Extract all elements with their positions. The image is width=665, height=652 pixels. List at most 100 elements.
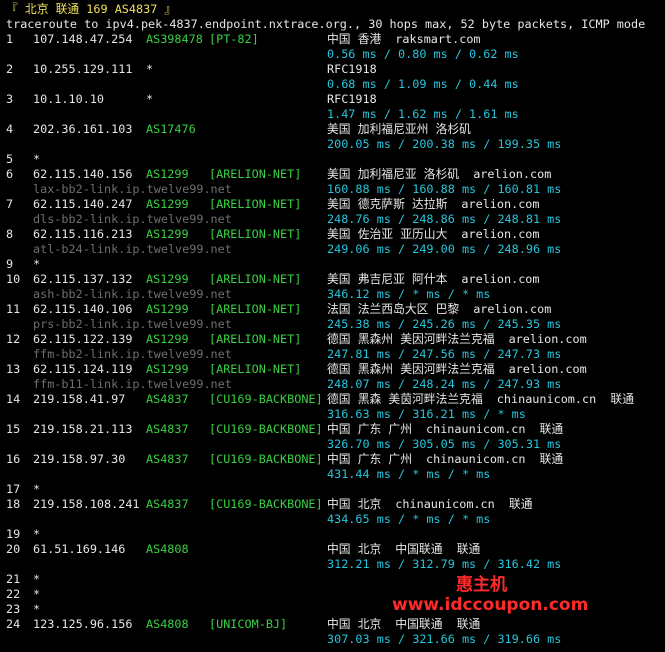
hop-location: 美国 加利福尼亚 洛杉矶 arelion.com — [327, 167, 551, 182]
hop-ip: 62.115.140.156 — [33, 167, 133, 181]
watermark-url: www.idccoupon.com — [392, 595, 589, 615]
hop-number: 7 — [6, 197, 14, 211]
hop-row: 7 62.115.140.247 AS1299 [ARELION-NET] 美国 德克萨… — [6, 197, 656, 212]
hop-row: 8 62.115.116.213 AS1299 [ARELION-NET] 美国 佐治亚… — [6, 227, 656, 242]
hop-location: 法国 法兰西岛大区 巴黎 arelion.com — [327, 302, 551, 317]
hop-location: 中国 广东 广州 chinaunicom.cn 联通 — [327, 422, 563, 437]
hop-org: arelion.com — [508, 332, 587, 346]
hop-detail-row: ffm-bb2-link.ip.twelve99.net 247.81 ms / … — [6, 347, 656, 362]
hop-asn: AS4837 — [146, 422, 189, 436]
hop-rtt: 431.44 ms / * ms / * ms — [327, 467, 491, 481]
hop-geo: 中国 广东 广州 — [327, 452, 412, 466]
hop-asn: AS17476 — [146, 122, 196, 136]
hop-detail-row: 434.65 ms / * ms / * ms — [6, 512, 656, 527]
hop-geo: RFC1918 — [327, 62, 377, 76]
hop-detail-row: 307.03 ms / 321.66 ms / 319.66 ms — [6, 632, 656, 647]
hop-network-tag: [ARELION-NET] — [209, 362, 302, 376]
hop-geo: 美国 佐治亚 亚历山大 — [327, 227, 448, 241]
hop-number: 4 — [6, 122, 14, 136]
hop-detail-row: ash-bb2-link.ip.twelve99.net 346.12 ms / … — [6, 287, 656, 302]
hop-asn: AS1299 — [146, 272, 189, 286]
hop-ip: 202.36.161.103 — [33, 122, 133, 136]
hop-network-tag: [ARELION-NET] — [209, 167, 302, 181]
hop-detail-row: 0.56 ms / 0.80 ms / 0.62 ms — [6, 47, 656, 62]
hop-row: 19 * — [6, 527, 656, 542]
hop-number: 8 — [6, 227, 14, 241]
hop-location: 德国 黑森 美茵河畔法兰克福 chinaunicom.cn 联通 — [327, 392, 634, 407]
hop-hostname: ffm-b11-link.ip.twelve99.net — [33, 377, 232, 391]
hop-rtt: 346.12 ms / * ms / * ms — [327, 287, 491, 301]
hop-number: 9 — [6, 257, 14, 271]
hop-row: 4 202.36.161.103 AS17476 美国 加利福尼亚州 洛杉矶 — [6, 122, 656, 137]
hop-geo: 法国 法兰西岛大区 巴黎 — [327, 302, 460, 316]
hop-rtt: 316.63 ms / 316.21 ms / * ms — [327, 407, 526, 421]
hop-ip: 10.1.10.10 — [33, 92, 105, 106]
hop-geo: 中国 香港 — [327, 32, 382, 46]
hop-row: 24 123.125.96.156 AS4808 [UNICOM-BJ] 中国 北京 中国… — [6, 617, 656, 632]
hop-network-tag: [CU169-BACKBONE] — [209, 452, 323, 466]
hop-ip: 62.115.140.106 — [33, 302, 133, 316]
hop-number: 1 — [6, 32, 14, 46]
hop-row: 6 62.115.140.156 AS1299 [ARELION-NET] 美国 加利福… — [6, 167, 656, 182]
hop-geo: 中国 北京 — [327, 617, 382, 631]
hop-geo: 中国 北京 — [327, 542, 382, 556]
hop-asn: AS398478 — [146, 32, 203, 46]
hop-org: 中国联通 联通 — [395, 542, 481, 556]
hop-number: 16 — [6, 452, 21, 466]
hop-rtt: 312.21 ms / 312.79 ms / 316.42 ms — [327, 557, 562, 571]
hop-ip: 61.51.169.146 — [33, 542, 126, 556]
hop-ip: 219.158.97.30 — [33, 452, 126, 466]
hop-ip: 62.115.116.213 — [33, 227, 133, 241]
hop-asn: AS1299 — [146, 362, 189, 376]
hop-rtt: 434.65 ms / * ms / * ms — [327, 512, 491, 526]
hop-number: 19 — [6, 527, 21, 541]
hop-row: 15 219.158.21.113 AS4837 [CU169-BACKBONE] 中国… — [6, 422, 656, 437]
hop-row: 20 61.51.169.146 AS4808 中国 北京 中国联通 联通 — [6, 542, 656, 557]
hop-network-tag: [ARELION-NET] — [209, 302, 302, 316]
hop-asn: AS4837 — [146, 452, 189, 466]
hop-row: 5 * — [6, 152, 656, 167]
hop-location: 中国 香港 raksmart.com — [327, 32, 481, 47]
hop-network-tag: [ARELION-NET] — [209, 227, 302, 241]
hop-row: 10 62.115.137.132 AS1299 [ARELION-NET] 美国 弗吉… — [6, 272, 656, 287]
hop-location: 中国 北京 中国联通 联通 — [327, 542, 480, 557]
hop-org: chinaunicom.cn 联通 — [426, 422, 564, 436]
hop-network-tag: [CU169-BACKBONE] — [209, 497, 323, 511]
hop-rtt: 326.70 ms / 305.05 ms / 305.31 ms — [327, 437, 562, 451]
hop-org: chinaunicom.cn 联通 — [426, 452, 564, 466]
hop-number: 6 — [6, 167, 14, 181]
watermark-title: 惠主机 — [456, 575, 507, 595]
hop-rtt: 160.88 ms / 160.88 ms / 160.81 ms — [327, 182, 562, 196]
hop-row: 2 10.255.129.111 * RFC1918 — [6, 62, 656, 77]
hop-number: 14 — [6, 392, 21, 406]
hop-rtt: 249.06 ms / 249.00 ms / 248.96 ms — [327, 242, 562, 256]
hop-network-tag: [PT-82] — [209, 32, 259, 46]
hop-asn: * — [146, 62, 154, 76]
hop-row: 11 62.115.140.106 AS1299 [ARELION-NET] 法国 法兰… — [6, 302, 656, 317]
hop-ip: 62.115.124.119 — [33, 362, 133, 376]
hop-detail-row: atl-b24-link.ip.twelve99.net 249.06 ms / … — [6, 242, 656, 257]
hop-number: 17 — [6, 482, 21, 496]
hop-number: 5 — [6, 152, 14, 166]
hop-geo: 美国 加利福尼亚州 洛杉矶 — [327, 122, 471, 136]
hop-asn: AS1299 — [146, 197, 189, 211]
terminal-window: 『 北京 联通 169 AS4837 』 traceroute to ipv4.… — [0, 0, 665, 652]
hop-hostname: prs-bb2-link.ip.twelve99.net — [33, 317, 232, 331]
trace-title: 『 北京 联通 169 AS4837 』 — [6, 2, 177, 16]
hop-asn: * — [146, 92, 154, 106]
hop-number: 20 — [6, 542, 21, 556]
hop-org: arelion.com — [508, 362, 587, 376]
hop-ip: * — [33, 527, 41, 541]
hop-geo: 美国 加利福尼亚 洛杉矶 — [327, 167, 460, 181]
hop-network-tag: [ARELION-NET] — [209, 332, 302, 346]
hop-number: 23 — [6, 602, 21, 616]
hop-network-tag: [UNICOM-BJ] — [209, 617, 288, 631]
hop-ip: * — [33, 587, 41, 601]
hop-number: 21 — [6, 572, 21, 586]
hop-ip: 123.125.96.156 — [33, 617, 133, 631]
hop-row: 21 * — [6, 572, 656, 587]
hop-network-tag: [CU169-BACKBONE] — [209, 392, 323, 406]
hop-geo: 德国 黑森 美茵河畔法兰克福 — [327, 392, 483, 406]
hop-org: chinaunicom.cn 联通 — [395, 497, 533, 511]
hop-number: 12 — [6, 332, 21, 346]
